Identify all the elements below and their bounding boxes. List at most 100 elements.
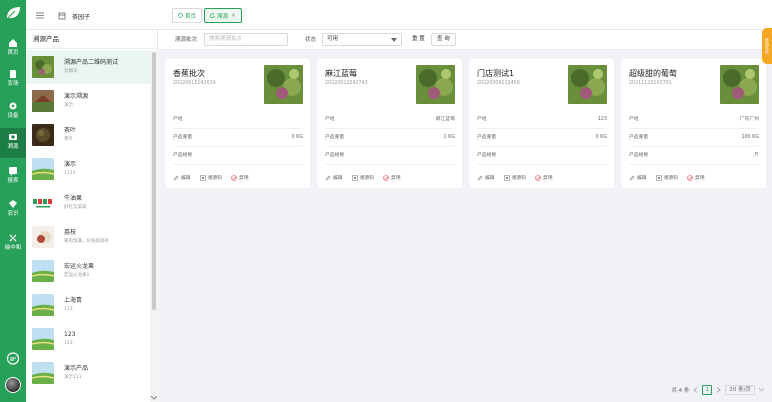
weight-value: 0 KG <box>291 135 303 140</box>
list-item[interactable]: 演示溯源 演示 <box>26 84 150 118</box>
nav-item-home[interactable]: 首页 <box>0 34 26 64</box>
trace-code-button[interactable]: 溯源码 <box>351 174 375 181</box>
batch-card[interactable]: 门店测试1 20220309111450 产地 123 产品重量 0 KG 产品规格… <box>469 59 614 188</box>
edit-icon <box>173 175 179 180</box>
weight-label: 产品重量 <box>477 135 497 140</box>
product-name: 演示溯源 <box>64 93 89 100</box>
product-name: 宏运火龙果 <box>64 263 95 270</box>
weight-label: 产品重量 <box>173 135 193 140</box>
page-number[interactable]: 1 <box>702 385 713 395</box>
product-thumbnail <box>32 158 54 180</box>
origin-row: 产地 123 <box>477 111 607 129</box>
list-item[interactable]: 演示 1111 <box>26 152 150 186</box>
edit-label: 编辑 <box>637 176 647 181</box>
batch-title: 门店测试1 <box>477 69 515 78</box>
spec-value: 斤 <box>754 153 759 158</box>
trace-code-button[interactable]: 溯源码 <box>503 174 526 181</box>
disable-button[interactable]: 禁用 <box>383 174 401 181</box>
product-name: 茶叶 <box>64 127 77 134</box>
list-item[interactable]: 上海青 123 <box>26 288 150 322</box>
card-actions: 编辑 溯源码 禁用 <box>477 174 553 181</box>
status-value: 可用 <box>327 36 339 42</box>
weight-label: 产品重量 <box>325 135 345 140</box>
edit-button[interactable]: 编辑 <box>477 174 495 181</box>
product-sub: 茶叶 <box>64 137 73 142</box>
disable-button[interactable]: 禁用 <box>231 174 249 181</box>
status-select[interactable]: 可用 <box>322 33 402 46</box>
nav-item-farm[interactable]: 农场 <box>0 65 26 95</box>
menu-toggle-icon[interactable] <box>36 12 44 19</box>
chevron-right-icon[interactable] <box>716 387 722 393</box>
disable-icon <box>231 174 237 181</box>
chevron-down-icon[interactable] <box>151 396 157 400</box>
batch-image <box>264 65 303 104</box>
trace-code-label: 溯源码 <box>207 176 223 181</box>
user-avatar[interactable] <box>5 377 21 393</box>
nav-item-device[interactable]: 设备 <box>0 97 26 127</box>
chevron-left-icon[interactable] <box>693 387 698 393</box>
nav-item-trace[interactable]: 溯源 <box>0 128 26 158</box>
edit-button[interactable]: 编辑 <box>629 174 647 181</box>
trace-code-button[interactable]: 溯源码 <box>199 174 223 181</box>
disable-button[interactable]: 禁用 <box>535 174 553 181</box>
card-actions: 编辑 溯源码 禁用 <box>173 174 249 181</box>
list-item[interactable]: 宏运火龙果宏运火龙果1 <box>26 254 150 288</box>
nav-item-carbon[interactable]: 碳中和 <box>0 229 26 259</box>
edit-button[interactable]: 编辑 <box>325 174 343 181</box>
disable-icon <box>687 174 693 181</box>
nav-item-report[interactable]: 报表 <box>0 162 26 192</box>
spec-label: 产品规格 <box>173 153 193 158</box>
batch-title: 香蕉批次 <box>173 69 205 78</box>
list-item[interactable]: 茶叶 茶叶 <box>26 118 150 152</box>
chat-icon[interactable] <box>6 352 20 366</box>
list-item[interactable]: 123 123 <box>26 322 150 356</box>
product-sub: 宏运火龙果1 <box>64 273 90 278</box>
home-icon <box>9 39 17 47</box>
scrollbar-thumb[interactable] <box>152 52 156 310</box>
spec-row: 产品规格 <box>173 147 303 165</box>
tab-trace[interactable]: 溯源 × <box>204 8 243 23</box>
batch-code: 20220309111450 <box>477 81 520 86</box>
batch-card[interactable]: 麻江蓝莓 20220522091743 产地 麻江蓝莓 产品重量 1 KG 产品规格… <box>317 59 462 188</box>
product-panel: 溯源产品 溯源产品二维码测试 云都天 演示溯源 演示 茶叶 茶叶 演示 1111 牛油果… <box>26 30 158 402</box>
refresh-icon <box>210 13 215 18</box>
page-size-select[interactable]: 20 条/页 <box>725 385 755 395</box>
nav-item-knowledge[interactable]: 农识 <box>0 195 26 225</box>
product-sub: 演示111 <box>64 375 82 380</box>
batch-card[interactable]: 香蕉批次 20220615141019 产地 产品重量 0 KG 产品规格 编辑 … <box>165 59 310 188</box>
batch-search-input[interactable]: 搜索溯源批次 <box>204 33 288 46</box>
edit-button[interactable]: 编辑 <box>173 174 191 181</box>
nav-item-label: 农识 <box>7 211 19 217</box>
batch-card[interactable]: 超级甜的葡萄 20211125103701 产地 广东广州 产品重量 100 KG … <box>621 59 766 188</box>
qrcode-icon <box>503 174 510 181</box>
status-label: 状态 <box>305 37 317 43</box>
qrcode-icon <box>655 174 662 181</box>
reset-button[interactable]: 重 置 <box>406 33 431 46</box>
disable-button[interactable]: 禁用 <box>687 174 705 181</box>
product-sub: 云都天 <box>64 69 78 74</box>
batch-label: 溯源批次 <box>175 37 198 43</box>
weight-row: 产品重量 1 KG <box>325 129 455 147</box>
trace-code-button[interactable]: 溯源码 <box>655 174 678 181</box>
trace-code-label: 溯源码 <box>359 176 375 181</box>
list-item[interactable]: 荔枝 果肉饱满，价值很高有 <box>26 220 150 254</box>
main-nav: 首页 农场 设备 溯源 报表 农识 碳中和 <box>0 0 26 402</box>
origin-label: 产地 <box>173 117 183 122</box>
batch-code: 20211125103701 <box>629 81 672 86</box>
edit-label: 编辑 <box>485 176 495 181</box>
tab-home[interactable]: 首页 <box>172 8 203 23</box>
list-scrollbar[interactable] <box>150 50 158 402</box>
shop-select[interactable]: 茶园子 <box>58 8 184 24</box>
query-button[interactable]: 查 询 <box>431 33 456 46</box>
knowledge-icon <box>9 200 17 208</box>
origin-label: 产地 <box>325 117 335 122</box>
tab-label: 首页 <box>185 13 197 20</box>
list-item[interactable]: 牛油果 好吃又美味 <box>26 186 150 220</box>
list-item[interactable]: 溯源产品二维码测试 云都天 <box>26 50 150 84</box>
spec-label: 产品规格 <box>629 153 649 158</box>
close-icon[interactable]: × <box>231 12 236 19</box>
nav-item-label: 报表 <box>7 178 19 184</box>
list-item[interactable]: 演示产品 演示111 <box>26 356 150 390</box>
task-float-tab[interactable]: 种植任务 <box>762 28 772 64</box>
disable-label: 禁用 <box>391 176 401 181</box>
